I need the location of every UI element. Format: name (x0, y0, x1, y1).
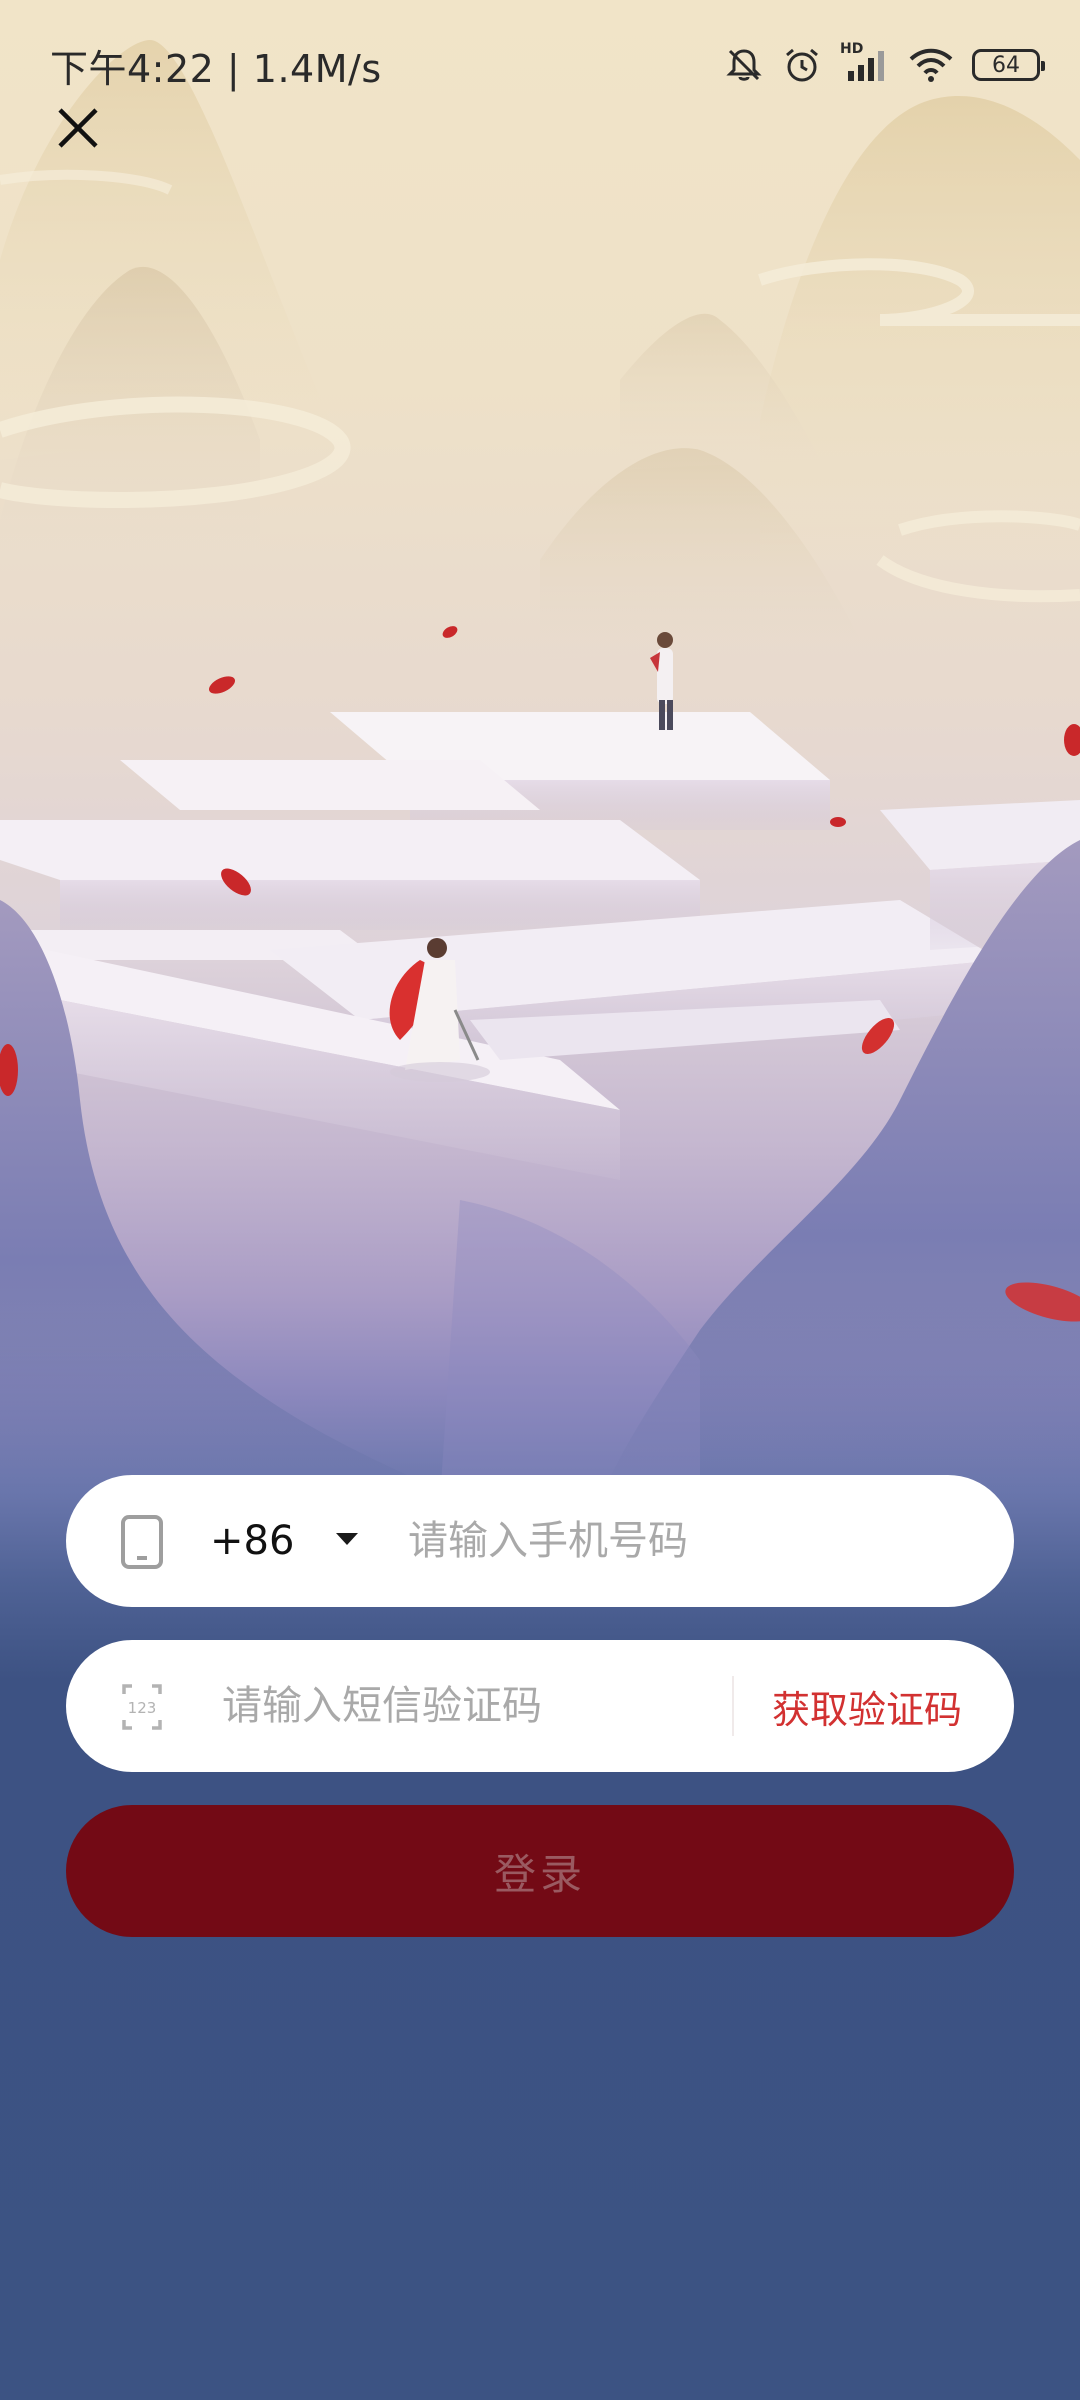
country-code-select[interactable]: +86 (210, 1513, 294, 1569)
chevron-down-icon[interactable] (336, 1533, 358, 1545)
maze-illustration (0, 40, 1080, 1500)
sms-code-field[interactable]: 123 获取验证码 (66, 1640, 1014, 1772)
login-screen: 下午4:22 | 1.4M/s HD 64 +86 请输入手机号码 123 请输… (0, 0, 1080, 2400)
keypad-123-icon: 123 (122, 1684, 162, 1730)
status-bar: 下午4:22 | 1.4M/s HD 64 (0, 0, 1080, 120)
phone-icon (121, 1515, 163, 1569)
status-time: 下午4:22 | 1.4M/s (50, 47, 382, 91)
status-icons: HD 64 (724, 40, 1045, 90)
battery-icon: 64 (972, 49, 1045, 81)
alarm-icon (786, 48, 818, 82)
phone-input[interactable] (408, 1505, 968, 1577)
wifi-icon (909, 48, 953, 82)
field-divider (732, 1676, 734, 1736)
phone-field[interactable]: +86 (66, 1475, 1014, 1607)
svg-text:123: 123 (128, 1699, 157, 1717)
signal-icon: HD (840, 41, 890, 85)
sms-code-input[interactable] (222, 1670, 742, 1742)
get-code-button[interactable]: 获取验证码 (772, 1676, 962, 1736)
close-button[interactable] (50, 100, 106, 156)
login-button[interactable]: 登录 (66, 1805, 1014, 1937)
bell-muted-icon (726, 49, 762, 81)
close-icon (58, 108, 98, 148)
battery-level: 64 (992, 52, 1020, 78)
